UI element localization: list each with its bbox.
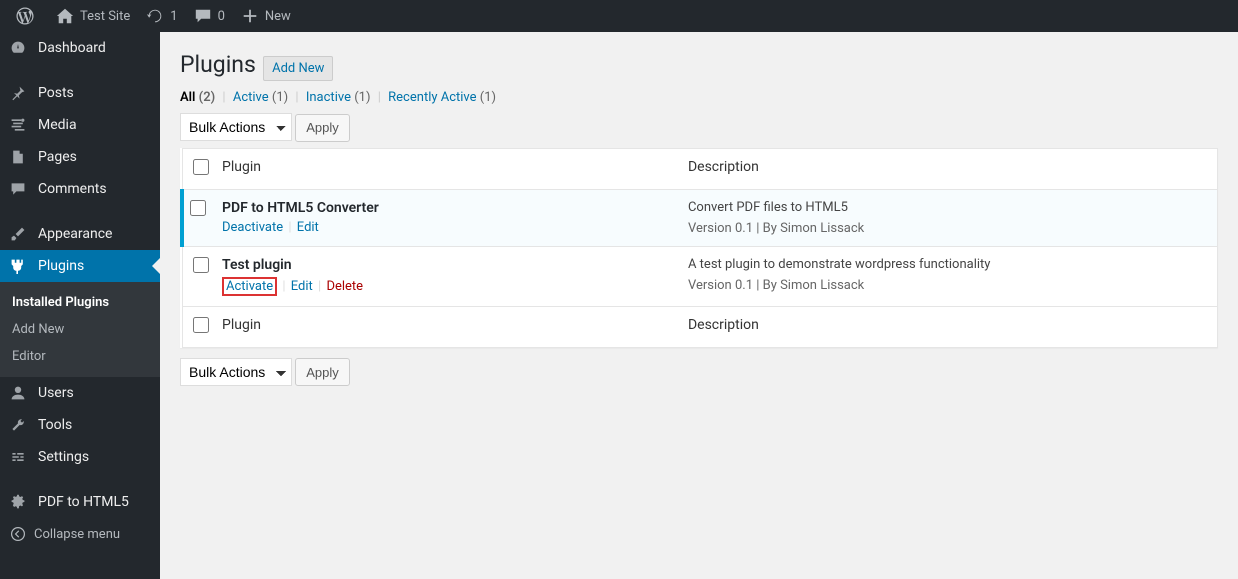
tablenav-bottom: Bulk Actions Apply xyxy=(180,358,1218,387)
plugin-meta: Version 0.1 | By Simon Lissack xyxy=(688,278,1207,293)
update-icon xyxy=(146,7,164,25)
select-all-top[interactable] xyxy=(193,159,209,175)
apply-button-bottom[interactable]: Apply xyxy=(295,358,350,386)
brush-icon xyxy=(10,226,30,242)
gear-icon xyxy=(10,494,30,510)
content-area: Plugins Add New All (2) | Active (1) | I… xyxy=(160,32,1238,579)
comments-count: 0 xyxy=(218,9,225,24)
col-plugin[interactable]: Plugin xyxy=(212,148,678,189)
submenu-installed-plugins[interactable]: Installed Plugins xyxy=(0,289,160,316)
edit-link[interactable]: Edit xyxy=(297,220,319,235)
menu-tools[interactable]: Tools xyxy=(0,409,160,441)
wrench-icon xyxy=(10,417,30,433)
settings-icon xyxy=(10,449,30,465)
menu-settings[interactable]: Settings xyxy=(0,441,160,473)
plugin-meta: Version 0.1 | By Simon Lissack xyxy=(688,221,1207,236)
menu-label: Media xyxy=(38,117,77,133)
updates-link[interactable]: 1 xyxy=(138,0,185,32)
edit-link[interactable]: Edit xyxy=(291,279,313,294)
select-all-bottom[interactable] xyxy=(193,317,209,333)
bulk-actions-select-bottom[interactable]: Bulk Actions xyxy=(180,358,292,386)
comment-icon xyxy=(194,7,212,25)
wordpress-icon xyxy=(16,7,34,25)
filter-all[interactable]: All (2) xyxy=(180,90,215,105)
menu-label: Comments xyxy=(38,181,107,197)
plugin-description: A test plugin to demonstrate wordpress f… xyxy=(688,257,1207,272)
table-row: PDF to HTML5 Converter Deactivate | Edit… xyxy=(182,189,1218,246)
plugin-filters: All (2) | Active (1) | Inactive (1) | Re… xyxy=(180,90,1218,105)
plus-icon xyxy=(241,7,259,25)
comments-link[interactable]: 0 xyxy=(186,0,233,32)
col-description[interactable]: Description xyxy=(678,148,1218,189)
menu-plugins[interactable]: Plugins xyxy=(0,250,160,282)
collapse-menu[interactable]: Collapse menu xyxy=(0,518,160,550)
menu-label: PDF to HTML5 xyxy=(38,494,129,510)
bulk-actions-select-top[interactable]: Bulk Actions xyxy=(180,113,292,141)
row-actions: Activate | Edit | Delete xyxy=(222,277,668,296)
menu-comments[interactable]: Comments xyxy=(0,173,160,205)
filter-recently-active[interactable]: Recently Active (1) xyxy=(388,90,496,105)
menu-label: Settings xyxy=(38,449,89,465)
menu-media[interactable]: Media xyxy=(0,109,160,141)
menu-dashboard[interactable]: Dashboard xyxy=(0,32,160,64)
menu-posts[interactable]: Posts xyxy=(0,77,160,109)
add-new-button[interactable]: Add New xyxy=(263,56,333,81)
admin-sidebar: Dashboard Posts Media Pages Comments App… xyxy=(0,32,160,579)
deactivate-link[interactable]: Deactivate xyxy=(222,220,283,235)
wp-logo[interactable] xyxy=(8,0,48,32)
new-content-link[interactable]: New xyxy=(233,0,299,32)
collapse-label: Collapse menu xyxy=(34,527,120,542)
plugin-description: Convert PDF files to HTML5 xyxy=(688,200,1207,215)
menu-users[interactable]: Users xyxy=(0,377,160,409)
row-checkbox[interactable] xyxy=(193,257,209,273)
filter-active[interactable]: Active (1) xyxy=(233,90,288,105)
collapse-icon xyxy=(10,526,30,542)
col-plugin[interactable]: Plugin xyxy=(212,306,678,347)
menu-label: Plugins xyxy=(38,258,84,274)
updates-count: 1 xyxy=(170,9,177,24)
menu-label: Pages xyxy=(38,149,77,165)
admin-bar: Test Site 1 0 New xyxy=(0,0,1238,32)
menu-label: Tools xyxy=(38,417,72,433)
comment-icon xyxy=(10,181,30,197)
plugins-table: Plugin Description PDF to HTML5 Converte… xyxy=(180,148,1218,348)
plugin-name: Test plugin xyxy=(222,257,668,273)
home-icon xyxy=(56,7,74,25)
dashboard-icon xyxy=(10,40,30,56)
apply-button-top[interactable]: Apply xyxy=(295,114,350,142)
row-checkbox[interactable] xyxy=(190,200,206,216)
table-row: Test plugin Activate | Edit | Delete A t… xyxy=(182,246,1218,306)
menu-pdf-to-html5[interactable]: PDF to HTML5 xyxy=(0,486,160,518)
filter-inactive[interactable]: Inactive (1) xyxy=(306,90,371,105)
site-link[interactable]: Test Site xyxy=(48,0,138,32)
new-label: New xyxy=(265,9,291,24)
menu-pages[interactable]: Pages xyxy=(0,141,160,173)
submenu-editor[interactable]: Editor xyxy=(0,343,160,370)
media-icon xyxy=(10,117,30,133)
menu-appearance[interactable]: Appearance xyxy=(0,218,160,250)
page-title: Plugins xyxy=(180,42,256,82)
plugin-name: PDF to HTML5 Converter xyxy=(222,200,668,216)
menu-label: Appearance xyxy=(38,226,112,242)
site-name: Test Site xyxy=(80,9,130,24)
page-icon xyxy=(10,149,30,165)
col-description[interactable]: Description xyxy=(678,306,1218,347)
row-actions: Deactivate | Edit xyxy=(222,220,668,235)
menu-label: Users xyxy=(38,385,74,401)
delete-link[interactable]: Delete xyxy=(326,279,363,294)
pin-icon xyxy=(10,85,30,101)
tablenav-top: Bulk Actions Apply xyxy=(180,113,1218,142)
menu-label: Dashboard xyxy=(38,40,106,56)
users-icon xyxy=(10,385,30,401)
activate-link[interactable]: Activate xyxy=(226,279,273,294)
plugins-submenu: Installed Plugins Add New Editor xyxy=(0,282,160,377)
plugin-icon xyxy=(10,258,30,274)
submenu-add-new[interactable]: Add New xyxy=(0,316,160,343)
menu-label: Posts xyxy=(38,85,74,101)
